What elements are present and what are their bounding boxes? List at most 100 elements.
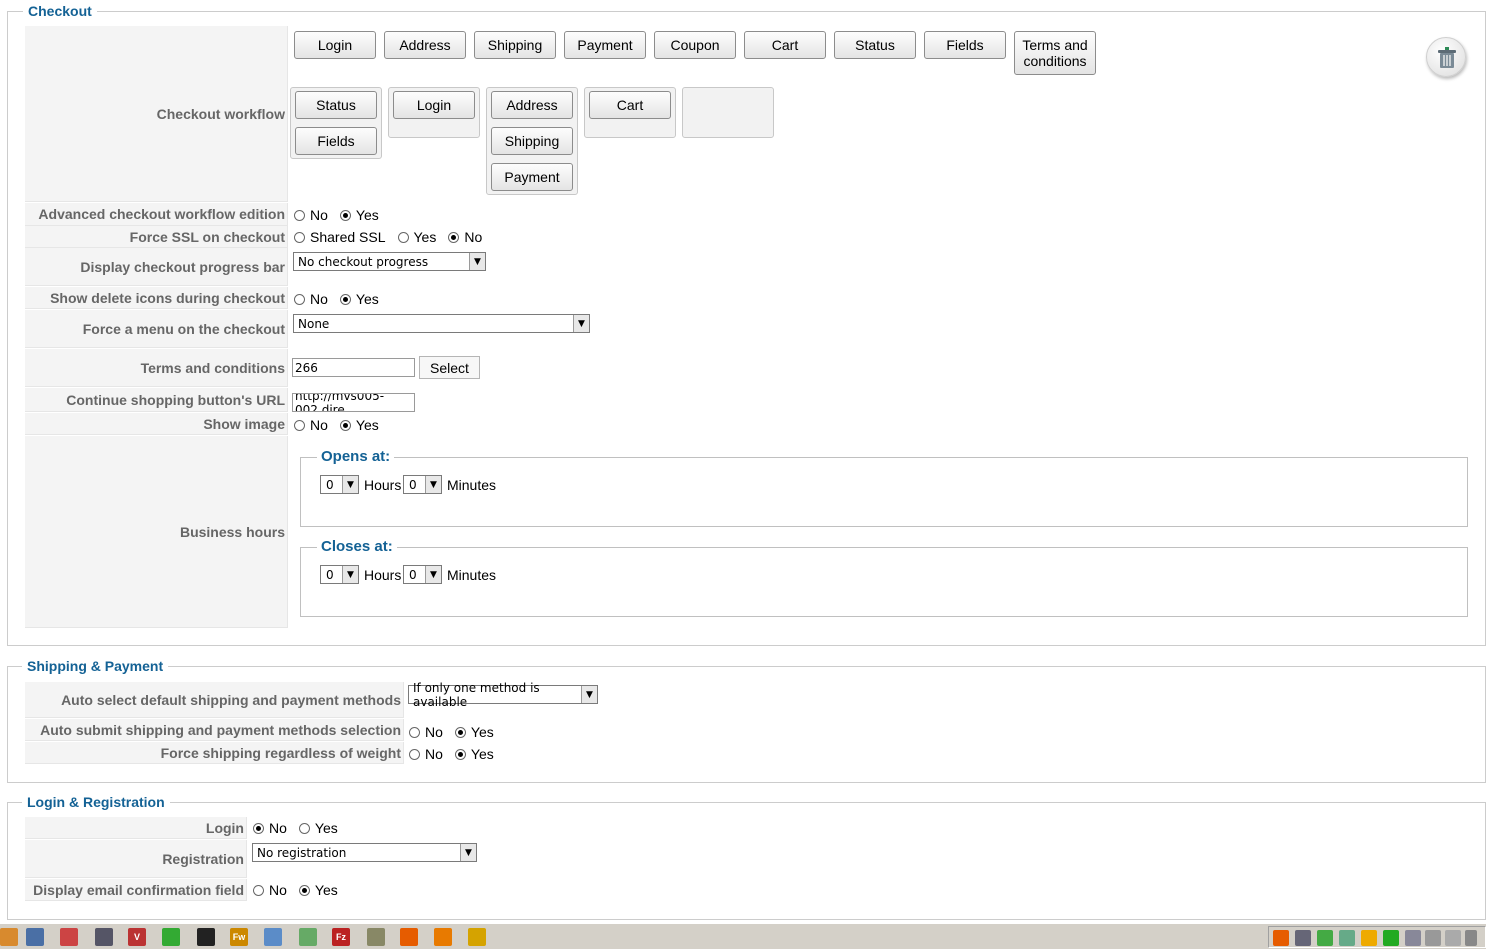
step-address[interactable]: Address [384, 31, 466, 59]
app-icon[interactable] [0, 928, 18, 946]
closes-hours-select[interactable]: 0 ▼ [320, 565, 359, 584]
force-shipping-no-option[interactable]: No [409, 746, 443, 762]
firefox-icon[interactable] [434, 928, 452, 946]
group1-fields[interactable]: Fields [295, 127, 377, 155]
force-shipping-yes-radio[interactable] [454, 748, 466, 760]
auto-submit-yes-radio[interactable] [454, 726, 466, 738]
closes-minutes-select[interactable]: 0 ▼ [403, 565, 442, 584]
monitor-tray-icon[interactable] [1339, 930, 1355, 946]
show-image-yes-radio[interactable] [339, 419, 351, 431]
utility-icon[interactable] [367, 928, 385, 946]
force-menu-select[interactable]: None ▼ [293, 314, 590, 333]
network-tray-icon[interactable] [1295, 930, 1311, 946]
ssl-shared-option[interactable]: Shared SSL [294, 229, 386, 245]
tools-icon[interactable] [95, 928, 113, 946]
auto-submit-no-option[interactable]: No [409, 724, 443, 740]
email-no-option[interactable]: No [253, 882, 287, 898]
closes-minutes-text: Minutes [447, 567, 497, 583]
document-icon[interactable] [264, 928, 282, 946]
update-tray-icon[interactable] [1361, 930, 1377, 946]
ssl-shared-radio[interactable] [294, 231, 305, 243]
auto-submit-yes-option[interactable]: Yes [454, 724, 494, 740]
ssl-no-option[interactable]: No [448, 229, 482, 245]
email-confirmation-label: Display email confirmation field [25, 879, 247, 901]
ssl-no-radio[interactable] [448, 231, 460, 243]
show-image-yes-option[interactable]: Yes [339, 417, 379, 433]
notepad-icon[interactable] [468, 928, 486, 946]
step-fields[interactable]: Fields [924, 31, 1006, 59]
step-terms[interactable]: Terms and conditions [1014, 31, 1096, 75]
closes-at-legend: Closes at: [317, 538, 397, 555]
auto-select-select[interactable]: If only one method is available ▼ [408, 681, 598, 709]
group2-login[interactable]: Login [393, 91, 475, 119]
editor-icon[interactable]: V [128, 928, 146, 946]
ssl-yes-option[interactable]: Yes [397, 229, 436, 245]
workflow-group-empty[interactable] [682, 87, 774, 138]
login-no-option[interactable]: No [253, 820, 287, 836]
email-yes-option[interactable]: Yes [298, 882, 338, 898]
delete-icons-no-option[interactable]: No [294, 291, 328, 307]
login-yes-radio[interactable] [298, 822, 310, 834]
login-yes-option[interactable]: Yes [298, 820, 338, 836]
chevron-down-icon: ▼ [469, 253, 485, 270]
auto-select-label: Auto select default shipping and payment… [25, 682, 404, 718]
filezilla-icon[interactable]: Fz [332, 928, 350, 946]
terminal-icon[interactable] [197, 928, 215, 946]
step-status[interactable]: Status [834, 31, 916, 59]
xampp-icon[interactable] [400, 928, 418, 946]
opens-minutes-text: Minutes [447, 477, 497, 493]
step-shipping[interactable]: Shipping [474, 31, 556, 59]
group3-shipping[interactable]: Shipping [491, 127, 573, 155]
group4-cart[interactable]: Cart [589, 91, 671, 119]
delete-icons-no-radio[interactable] [294, 293, 305, 305]
force-shipping-no-radio[interactable] [409, 748, 420, 760]
volume-tray-icon[interactable] [1465, 930, 1477, 946]
fireworks-icon[interactable]: Fw [230, 928, 248, 946]
step-login[interactable]: Login [294, 31, 376, 59]
terms-select-button[interactable]: Select [419, 356, 480, 379]
xampp-tray-icon[interactable] [1273, 930, 1289, 946]
group3-payment[interactable]: Payment [491, 163, 573, 191]
security-tray-icon[interactable] [1383, 930, 1399, 946]
search-icon[interactable] [60, 928, 78, 946]
opens-minutes-select[interactable]: 0 ▼ [403, 475, 442, 494]
registration-label: Registration [25, 840, 247, 878]
login-no-radio[interactable] [253, 822, 264, 834]
advanced-yes-radio[interactable] [339, 209, 351, 221]
terms-input[interactable]: 266 [292, 358, 415, 377]
photo-icon[interactable] [299, 928, 317, 946]
advanced-yes-option[interactable]: Yes [339, 207, 379, 223]
login-label: Login [25, 817, 247, 839]
advanced-no-radio[interactable] [294, 209, 305, 221]
email-no-radio[interactable] [253, 884, 264, 896]
advanced-workflow-label: Advanced checkout workflow edition [25, 203, 288, 226]
display-tray-icon[interactable] [1405, 930, 1421, 946]
auto-submit-no-radio[interactable] [409, 726, 420, 738]
browser-icon[interactable] [26, 928, 44, 946]
continue-url-input[interactable]: http://mvs005-002.dire [292, 393, 415, 412]
email-yes-radio[interactable] [298, 884, 310, 896]
delete-icons-yes-option[interactable]: Yes [339, 291, 379, 307]
system-tray [1268, 926, 1486, 948]
trash-icon[interactable] [1426, 37, 1466, 77]
registration-select[interactable]: No registration ▼ [252, 843, 477, 862]
progress-bar-select[interactable]: No checkout progress ▼ [293, 252, 486, 271]
sync-tray-icon[interactable] [1317, 930, 1333, 946]
show-image-no-option[interactable]: No [294, 417, 328, 433]
step-cart[interactable]: Cart [744, 31, 826, 59]
ssl-yes-radio[interactable] [397, 231, 409, 243]
flag-tray-icon[interactable] [1425, 930, 1441, 946]
progress-bar-label: Display checkout progress bar [25, 248, 288, 286]
opens-hours-select[interactable]: 0 ▼ [320, 475, 359, 494]
show-image-no-radio[interactable] [294, 419, 305, 431]
group1-status[interactable]: Status [295, 91, 377, 119]
force-shipping-yes-option[interactable]: Yes [454, 746, 494, 762]
keyboard-tray-icon[interactable] [1445, 930, 1461, 946]
paint-icon[interactable] [162, 928, 180, 946]
step-payment[interactable]: Payment [564, 31, 646, 59]
chevron-down-icon: ▼ [342, 566, 358, 583]
step-coupon[interactable]: Coupon [654, 31, 736, 59]
group3-address[interactable]: Address [491, 91, 573, 119]
delete-icons-yes-radio[interactable] [339, 293, 351, 305]
advanced-no-option[interactable]: No [294, 207, 328, 223]
